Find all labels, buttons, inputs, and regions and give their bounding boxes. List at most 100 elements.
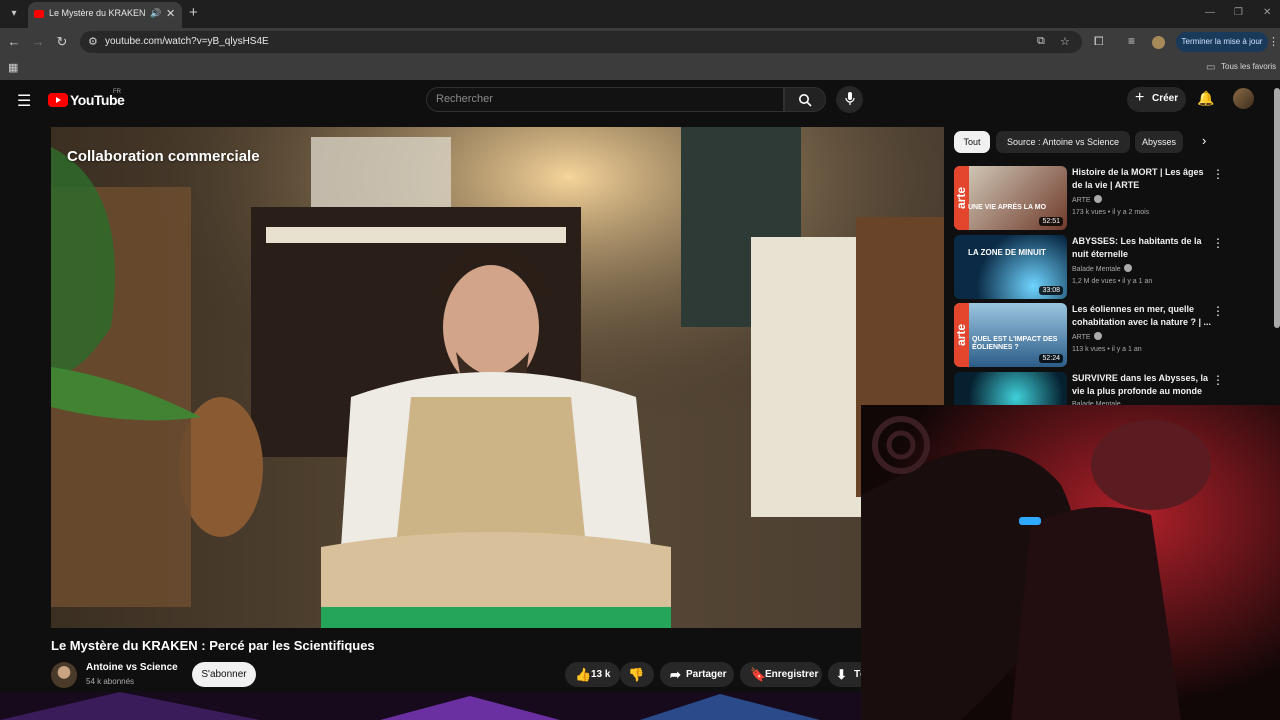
related-thumbnail[interactable]: arte QUEL EST L'IMPACT DES ÉOLIENNES ? 5…	[954, 303, 1067, 367]
save-button[interactable]: 🔖 Enregistrer	[740, 662, 822, 687]
thumbs-up-icon: 👍	[575, 667, 592, 682]
thumbs-down-icon: 👎	[628, 667, 645, 682]
browser-toolbar: ← → ↻ ⚙ youtube.com/watch?v=yB_qlysHS4E …	[0, 28, 1280, 56]
related-video-item[interactable]: arte QUEL EST L'IMPACT DES ÉOLIENNES ? 5…	[954, 303, 1264, 367]
more-actions-icon[interactable]: ⋮	[1212, 236, 1224, 250]
bookmarks-bar: ▦ ▭ Tous les favoris	[0, 56, 1280, 80]
create-label: Créer	[1152, 93, 1179, 104]
related-title[interactable]: ABYSSES: Les habitants de la nuit éterne…	[1072, 235, 1216, 261]
video-player[interactable]: Collaboration commerciale	[51, 127, 944, 628]
chip-all[interactable]: Tout	[954, 131, 990, 153]
microphone-icon	[844, 92, 855, 105]
youtube-logo-icon[interactable]	[48, 93, 68, 107]
share-label: Partager	[686, 669, 727, 680]
video-duration: 52:51	[1039, 217, 1063, 226]
related-channel[interactable]: Balade Mentale	[1072, 264, 1132, 273]
create-button[interactable]: + Créer	[1127, 87, 1186, 112]
youtube-favicon-icon	[34, 10, 44, 18]
notifications-bell-icon[interactable]: 🔔	[1197, 90, 1214, 107]
search-input[interactable]: Rechercher	[426, 87, 784, 112]
download-icon: ⬇	[836, 667, 847, 682]
extensions-icon[interactable]: ⧠	[1094, 34, 1104, 49]
forward-icon[interactable]: →	[30, 34, 46, 49]
audio-playing-icon[interactable]: 🔊	[150, 8, 161, 19]
save-label: Enregistrer	[765, 669, 819, 680]
related-thumbnail[interactable]: LA ZONE DE MINUIT 33:08	[954, 235, 1067, 299]
bottom-strip-art	[0, 692, 861, 720]
chip-abysses[interactable]: Abysses	[1135, 131, 1183, 153]
folder-icon: ▭	[1206, 62, 1216, 73]
related-meta: 1,2 M de vues • il y a 1 an	[1072, 278, 1153, 285]
url-text[interactable]: youtube.com/watch?v=yB_qlysHS4E	[105, 36, 269, 47]
related-thumbnail[interactable]: arte UNE VIE APRÈS LA MO 52:51	[954, 166, 1067, 230]
user-avatar[interactable]	[1233, 88, 1254, 109]
related-video-item[interactable]: LA ZONE DE MINUIT 33:08 ABYSSES: Les hab…	[954, 235, 1264, 299]
subscriber-count: 54 k abonnés	[86, 677, 135, 686]
arte-logo: arte	[954, 166, 969, 230]
bookmark-icon: 🔖	[750, 667, 767, 682]
tab-title: Le Mystère du KRAKEN : Perc	[49, 8, 147, 18]
video-duration: 33:08	[1039, 286, 1063, 295]
search-button[interactable]	[784, 87, 826, 112]
video-frame	[51, 127, 944, 628]
verified-badge-icon	[1093, 332, 1102, 340]
tab-close-icon[interactable]: ✕	[166, 7, 175, 20]
reading-list-icon[interactable]: ≡	[1128, 34, 1135, 48]
thumbnail-caption: LA ZONE DE MINUIT	[968, 248, 1046, 257]
apps-grid-icon[interactable]: ▦	[8, 61, 18, 74]
video-duration: 52:24	[1039, 354, 1063, 363]
site-info-icon[interactable]: ⚙	[88, 35, 98, 48]
search-icon	[799, 94, 812, 107]
youtube-header: ☰ YouTube FR Rechercher + Créer 🔔	[0, 80, 1280, 120]
new-tab-icon[interactable]: +	[189, 4, 198, 21]
video-title: Le Mystère du KRAKEN : Percé par les Sci…	[51, 638, 375, 653]
related-filter-chips: Tout Source : Antoine vs Science Abysses…	[954, 131, 1270, 153]
bookmark-star-icon[interactable]: ☆	[1060, 35, 1070, 48]
install-app-icon[interactable]: ⧉	[1037, 35, 1045, 48]
more-actions-icon[interactable]: ⋮	[1212, 167, 1224, 181]
address-bar[interactable]: ⚙ youtube.com/watch?v=yB_qlysHS4E ⧉ ☆	[80, 31, 1082, 53]
search-placeholder: Rechercher	[436, 93, 493, 105]
more-actions-icon[interactable]: ⋮	[1212, 373, 1224, 387]
reload-icon[interactable]: ↻	[54, 34, 70, 50]
window-close-icon[interactable]: ✕	[1263, 7, 1271, 18]
related-title[interactable]: Les éoliennes en mer, quelle cohabitatio…	[1072, 303, 1216, 329]
channel-name[interactable]: Antoine vs Science	[86, 662, 178, 673]
like-count: 13 k	[591, 669, 611, 680]
minimize-icon[interactable]: —	[1205, 7, 1215, 18]
back-icon[interactable]: ←	[6, 34, 22, 49]
related-meta: 113 k vues • il y a 1 an	[1072, 346, 1142, 353]
restore-icon[interactable]: ❐	[1234, 7, 1243, 18]
share-button[interactable]: ➦ Partager	[660, 662, 734, 687]
related-meta: 173 k vues • il y a 2 mois	[1072, 209, 1150, 216]
chip-source[interactable]: Source : Antoine vs Science	[996, 131, 1130, 153]
browser-tab[interactable]: Le Mystère du KRAKEN : Perc 🔊 ✕	[28, 2, 182, 28]
related-channel[interactable]: ARTE	[1072, 195, 1102, 204]
browser-profile-avatar[interactable]	[1152, 36, 1165, 49]
related-title[interactable]: SURVIVRE dans les Abysses, la vie la plu…	[1072, 372, 1216, 398]
all-bookmarks-link[interactable]: Tous les favoris	[1221, 62, 1276, 71]
browser-tab-bar: ▾ Le Mystère du KRAKEN : Perc 🔊 ✕ + — ❐ …	[0, 0, 1280, 28]
chevron-right-icon[interactable]: ›	[1202, 133, 1206, 148]
paid-promotion-label: Collaboration commerciale	[67, 148, 260, 165]
webcam-overlay	[861, 405, 1280, 720]
share-arrow-icon: ➦	[670, 667, 681, 682]
more-actions-icon[interactable]: ⋮	[1212, 304, 1224, 318]
browser-menu-icon[interactable]: ⋮	[1268, 35, 1279, 48]
related-video-item[interactable]: arte UNE VIE APRÈS LA MO 52:51 Histoire …	[954, 166, 1264, 230]
update-button[interactable]: Terminer la mise à jour	[1176, 32, 1268, 52]
voice-search-button[interactable]	[836, 86, 863, 113]
arte-logo: arte	[954, 303, 969, 367]
page-scrollbar[interactable]	[1274, 88, 1280, 328]
thumbnail-caption: QUEL EST L'IMPACT DES ÉOLIENNES ?	[972, 336, 1058, 351]
related-channel[interactable]: ARTE	[1072, 332, 1102, 341]
menu-icon[interactable]: ☰	[17, 91, 31, 111]
related-title[interactable]: Histoire de la MORT | Les âges de la vie…	[1072, 166, 1216, 192]
channel-avatar[interactable]	[51, 662, 77, 688]
tab-search-chevron-icon[interactable]: ▾	[6, 6, 22, 22]
download-button[interactable]: ⬇ Té	[828, 662, 866, 687]
subscribe-button[interactable]: S'abonner	[192, 662, 256, 687]
webcam-feed	[861, 405, 1280, 720]
dislike-button[interactable]: 👎	[620, 662, 654, 687]
like-button[interactable]: 👍 13 k	[565, 662, 620, 687]
